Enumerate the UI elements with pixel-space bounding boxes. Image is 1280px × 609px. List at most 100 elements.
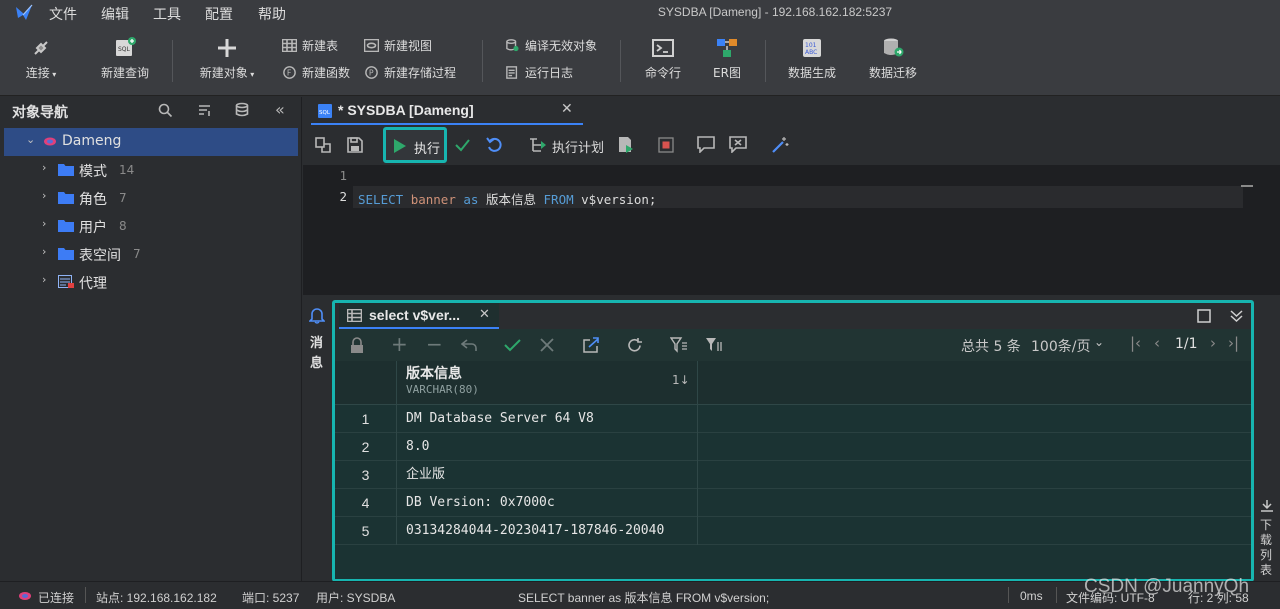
column-header[interactable]: 版本信息 VARCHAR(80) 1↓ [398, 361, 698, 405]
comment-icon[interactable] [697, 136, 715, 153]
table-row[interactable]: 4 DB Version: 0x7000c [335, 489, 1251, 517]
connect-button[interactable]: 连接 ▾ [6, 36, 76, 81]
filter-icon[interactable] [670, 337, 688, 353]
sort-icon[interactable] [197, 103, 212, 118]
column-filter-icon[interactable] [705, 337, 723, 353]
table-cell[interactable]: DB Version: 0x7000c [406, 489, 555, 517]
execution-plan-icon[interactable] [529, 137, 547, 153]
prev-page-icon[interactable]: ‹ [1154, 334, 1160, 352]
download-list-char: 表 [1260, 563, 1273, 577]
chevron-right-icon[interactable]: › [42, 218, 52, 229]
collapse-panel-icon[interactable]: « [275, 100, 285, 119]
new-query-label: 新建查询 [100, 66, 149, 80]
sql-editor[interactable]: 1 2 SELECT banner as 版本信息 FROM v$version… [303, 165, 1280, 295]
new-table-button[interactable]: 新建表 [282, 37, 338, 55]
tree-node-roles[interactable]: › 角色 7 [4, 184, 298, 212]
plus-icon [218, 39, 236, 57]
new-object-button[interactable]: 新建对象 ▾ [188, 36, 266, 81]
database-filter-icon[interactable] [235, 102, 251, 118]
menu-config[interactable]: 配置 [205, 4, 233, 24]
add-row-icon[interactable]: + [391, 332, 408, 356]
menu-edit[interactable]: 编辑 [101, 4, 129, 24]
table-cell[interactable]: 企业版 [406, 461, 445, 489]
column-divider [697, 405, 698, 433]
first-page-icon[interactable]: |‹ [1130, 334, 1141, 352]
collapse-down-icon[interactable] [1229, 308, 1244, 323]
tree-node-users[interactable]: › 用户 8 [4, 212, 298, 240]
magic-wand-icon[interactable] [771, 136, 789, 154]
next-page-icon[interactable]: › [1210, 334, 1216, 352]
chevron-down-icon: ▾ [49, 70, 57, 79]
data-generate-button[interactable]: 101 ABC 数据生成 [777, 36, 847, 81]
rollback-icon[interactable] [486, 136, 503, 153]
stop-icon[interactable] [658, 137, 674, 153]
tree-node-agent[interactable]: › 代理 [4, 268, 298, 296]
close-icon[interactable]: ✕ [561, 101, 573, 117]
export-icon[interactable] [583, 337, 600, 353]
command-line-button[interactable]: 命令行 [628, 36, 698, 81]
column-divider [697, 433, 698, 461]
table-cell[interactable]: 8.0 [406, 433, 429, 461]
format-icon[interactable] [315, 137, 331, 153]
sql-keyword: SELECT [358, 192, 404, 207]
data-migrate-label: 数据迁移 [868, 66, 917, 80]
compile-invalid-button[interactable]: 编译无效对象 [505, 37, 597, 55]
download-list-side-tab[interactable]: 下 载 列 表 [1255, 300, 1280, 580]
menu-tools[interactable]: 工具 [153, 4, 181, 24]
save-icon[interactable] [347, 137, 363, 153]
terminal-icon [652, 39, 674, 57]
editor-toolbar: 执行 执行计划 [303, 125, 1280, 165]
chevron-down-icon[interactable]: ⌄ [26, 134, 36, 145]
last-page-icon[interactable]: ›| [1228, 334, 1239, 352]
new-view-button[interactable]: 新建视图 [364, 37, 432, 55]
chevron-right-icon[interactable]: › [42, 274, 52, 285]
new-function-button[interactable]: F 新建函数 [282, 64, 350, 82]
execution-plan-label[interactable]: 执行计划 [552, 137, 604, 156]
menubar: 文件 编辑 工具 配置 帮助 SYSDBA [Dameng] - 192.168… [0, 0, 1280, 26]
table-cell[interactable]: DM Database Server 64 V8 [406, 405, 594, 433]
new-procedure-button[interactable]: P 新建存储过程 [364, 64, 456, 82]
data-migrate-button[interactable]: 数据迁移 [858, 36, 928, 81]
chevron-down-icon[interactable]: ⌄ [1094, 335, 1104, 349]
connection-status: 已连接 [38, 591, 75, 605]
commit-check-icon[interactable] [454, 137, 471, 153]
er-diagram-button[interactable]: ER图 [692, 36, 762, 81]
table-row[interactable]: 3 企业版 [335, 461, 1251, 489]
delete-row-icon[interactable]: − [426, 332, 443, 356]
editor-tab[interactable]: SQL * SYSDBA [Dameng] ✕ [311, 97, 583, 125]
run-script-icon[interactable] [617, 136, 634, 154]
table-icon [282, 39, 297, 52]
chevron-down-icon: ▾ [247, 70, 255, 79]
object-navigator: 对象导航 « ⌄ Dameng › 模式 14 › 角色 7 › 用户 8 › … [0, 97, 302, 581]
new-query-button[interactable]: SQL 新建查询 [90, 36, 160, 81]
scrollbar-marker[interactable] [1241, 185, 1253, 187]
chevron-right-icon[interactable]: › [42, 190, 52, 201]
sql-keyword: as [463, 192, 479, 207]
table-row[interactable]: 5 03134284044-20230417-187846-20040 [335, 517, 1251, 545]
messages-side-tab[interactable]: 消 息 [303, 300, 331, 580]
tree-node-schema[interactable]: › 模式 14 [4, 156, 298, 184]
chevron-right-icon[interactable]: › [42, 246, 52, 257]
commit-check-icon[interactable] [504, 338, 521, 352]
lock-icon[interactable] [349, 337, 365, 354]
table-row[interactable]: 1 DM Database Server 64 V8 [335, 405, 1251, 433]
uncomment-icon[interactable] [729, 136, 747, 153]
table-cell[interactable]: 03134284044-20230417-187846-20040 [406, 517, 664, 545]
tree-node-dameng[interactable]: ⌄ Dameng [4, 128, 298, 156]
menu-help[interactable]: 帮助 [258, 4, 286, 24]
refresh-icon[interactable] [626, 337, 643, 354]
search-icon[interactable] [158, 103, 173, 118]
tree-node-tablespaces[interactable]: › 表空间 7 [4, 240, 298, 268]
page-size-select[interactable]: 100条/页 [1031, 336, 1090, 356]
chevron-right-icon[interactable]: › [42, 162, 52, 173]
undo-icon[interactable] [461, 338, 477, 352]
close-icon[interactable]: ✕ [479, 307, 490, 322]
table-row[interactable]: 2 8.0 [335, 433, 1251, 461]
cancel-icon[interactable] [540, 338, 554, 352]
maximize-icon[interactable] [1197, 309, 1211, 323]
run-log-button[interactable]: 运行日志 [505, 64, 573, 82]
result-tab[interactable]: select v$ver... ✕ [339, 303, 499, 329]
menu-file[interactable]: 文件 [49, 4, 77, 24]
sort-icon[interactable]: 1↓ [672, 373, 690, 387]
execute-button[interactable]: 执行 [383, 127, 447, 163]
